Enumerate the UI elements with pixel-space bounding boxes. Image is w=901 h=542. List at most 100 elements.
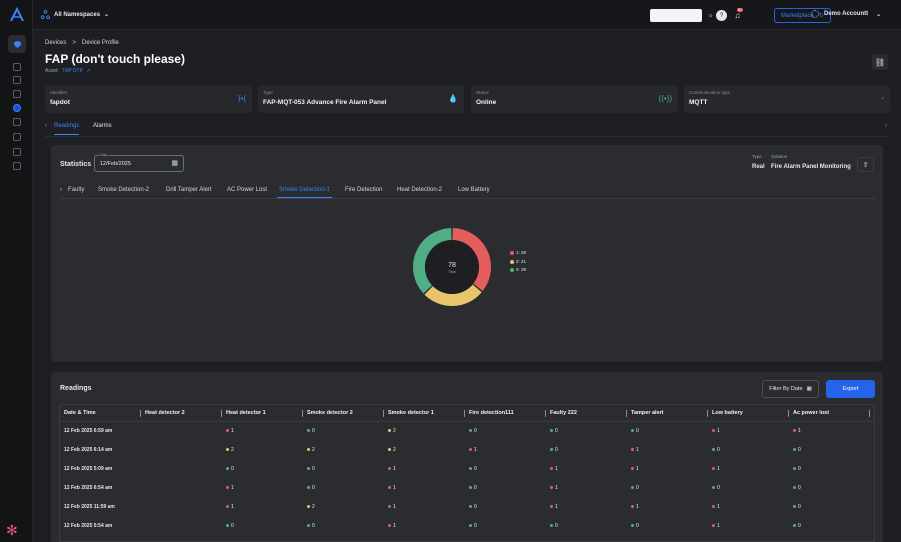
status-dot [469,448,472,452]
export-label: Export [842,386,859,392]
table-row[interactable]: 12 Feb 2025 6:14 am 2 2 2 1 0 1 0 0 [60,441,874,460]
column-header[interactable]: Faulty 222 [550,410,577,416]
column-header[interactable]: Date & Time [64,410,96,416]
tabs-scroll-right-icon[interactable]: › [885,123,887,129]
subtab-drill-tamper-alert[interactable]: Drill Tamper Alert [166,187,212,193]
status-dot [793,467,796,471]
subtab-fire-detection[interactable]: Fire Detection [345,187,382,193]
export-chart-button[interactable]: ⇪ [857,157,874,172]
table-row[interactable]: 12 Feb 2025 11:59 am 1 2 1 0 1 1 1 0 [60,498,874,517]
status-dot [550,448,553,452]
subtab-ac-power-lost[interactable]: AC Power Lost [227,187,267,193]
column-resize-handle[interactable] [545,410,546,417]
nav-heart-icon[interactable] [13,90,21,98]
column-header[interactable]: Tamper alert [631,410,664,416]
sun-icon[interactable]: ☼ [705,10,716,21]
marketplace-label: Marketplace [781,12,814,19]
table-cell: 0 [469,523,477,529]
column-resize-handle[interactable] [707,410,708,417]
status-dot [712,505,715,509]
column-header[interactable]: Heat detector 2 [145,410,185,416]
nav-shield-icon[interactable] [8,35,26,53]
nav-devices-icon[interactable] [13,104,21,112]
unlink-button[interactable]: ⛓ [872,54,888,70]
date-picker[interactable]: Day 12/Feb/2025 ▦ [94,152,184,172]
nav-settings-icon[interactable] [13,162,21,170]
column-resize-handle[interactable] [140,410,141,417]
filter-by-date-button[interactable]: Filter By Date ▦ [762,380,819,398]
column-resize-handle[interactable] [788,410,789,417]
column-header[interactable]: Low battery [712,410,743,416]
column-header[interactable]: Smoke detector 2 [307,410,353,416]
calendar-icon[interactable]: ▦ [171,159,178,167]
unlink-icon: ⛓ [874,57,886,67]
help-icon[interactable]: ? [716,10,727,21]
column-header[interactable]: Fire detection111 [469,410,514,416]
identifier-card: Identifier fapdot )•( [45,85,252,113]
nav-search-icon[interactable] [13,133,21,141]
nav-grid-icon[interactable] [13,118,21,126]
breadcrumb-devices[interactable]: Devices [45,40,66,46]
table-cell: 0 [793,447,801,453]
legend-dot [510,268,514,273]
column-resize-handle[interactable] [464,410,465,417]
table-cell: 0 [631,523,639,529]
column-header[interactable]: Smoke detector 1 [388,410,434,416]
cell-value: 0 [474,428,477,434]
column-header[interactable]: Heat detector 1 [226,410,266,416]
cell-value: 0 [312,523,315,529]
status-dot [307,505,310,509]
status-dot [550,467,553,471]
namespace-selector[interactable]: All Namespaces ⌄ [41,10,109,19]
readings-panel: Readings Filter By Date ▦ Export Date & … [51,372,883,542]
subtab-faulty[interactable]: Faulty [68,187,84,193]
status-card: Status Online ((•)) [471,85,678,113]
asset-line: Asset: TAP DTP ↗ [45,68,90,74]
column-resize-handle[interactable] [383,410,384,417]
subtab-low-battery[interactable]: Low Battery [458,187,490,193]
table-row[interactable]: 12 Feb 2025 5:09 am 0 0 1 0 1 1 1 0 [60,460,874,479]
column-resize-handle[interactable] [869,410,870,417]
subtab-smoke-detection-2[interactable]: Smoke Detection-2 [98,187,149,193]
app-logo-icon[interactable] [9,7,25,23]
nav-image-icon[interactable] [13,76,21,84]
user-menu[interactable]: Demo Accountt ⌄ [811,10,881,18]
cell-value: 0 [636,428,639,434]
subtab-heat-detection-2[interactable]: Heat Detection-2 [397,187,442,193]
chart-legend: 1: 28 2: 21 0: 29 [510,249,526,275]
column-resize-handle[interactable] [302,410,303,417]
tabs-scroll-left-icon[interactable]: ‹ [45,123,47,129]
asset-link[interactable]: TAP DTP [62,68,83,74]
brand-flower-icon: ✻ [6,522,18,538]
chevron-down-icon: ⌄ [104,12,110,18]
external-link-icon[interactable]: ↗ [86,68,90,74]
card-label: Type [263,90,273,95]
cell-value: 1 [474,447,477,453]
tab-readings[interactable]: Readings [54,123,80,135]
cell-value: 12 Feb 2025 6:14 am [64,447,113,453]
nav-box-icon[interactable] [13,63,21,71]
column-header[interactable]: Ac power lost [793,410,829,416]
cell-value: 1 [393,466,396,472]
cell-value: 0 [312,466,315,472]
subtab-smoke-detection-1[interactable]: Smoke Detection-1 [276,187,333,198]
table-cell: 1 [550,466,558,472]
cell-value: 1 [717,504,720,510]
breadcrumb-separator: > [72,40,76,46]
status-dot [307,486,310,490]
subtabs-scroll-left-icon[interactable]: ‹ [60,187,62,193]
signal-icon: ((•)) [658,94,672,103]
namespace-label: All Namespaces [54,11,101,18]
nav-monitor-icon[interactable] [13,148,21,156]
cell-value: 0 [555,447,558,453]
table-row[interactable]: 12 Feb 2025 5:54 am 0 0 1 0 0 0 1 0 [60,517,874,536]
table-cell: 0 [307,523,315,529]
table-row[interactable]: 12 Feb 2025 6:54 am 1 0 1 0 1 0 0 0 [60,479,874,498]
column-resize-handle[interactable] [221,410,222,417]
search-input[interactable] [650,9,702,22]
tab-alarms[interactable]: Alarms [93,123,112,129]
export-button[interactable]: Export [826,380,875,398]
table-row[interactable]: 12 Feb 2025 6:59 am 1 0 2 0 0 0 1 1 [60,422,874,441]
table-cell: 1 [469,447,477,453]
column-resize-handle[interactable] [626,410,627,417]
